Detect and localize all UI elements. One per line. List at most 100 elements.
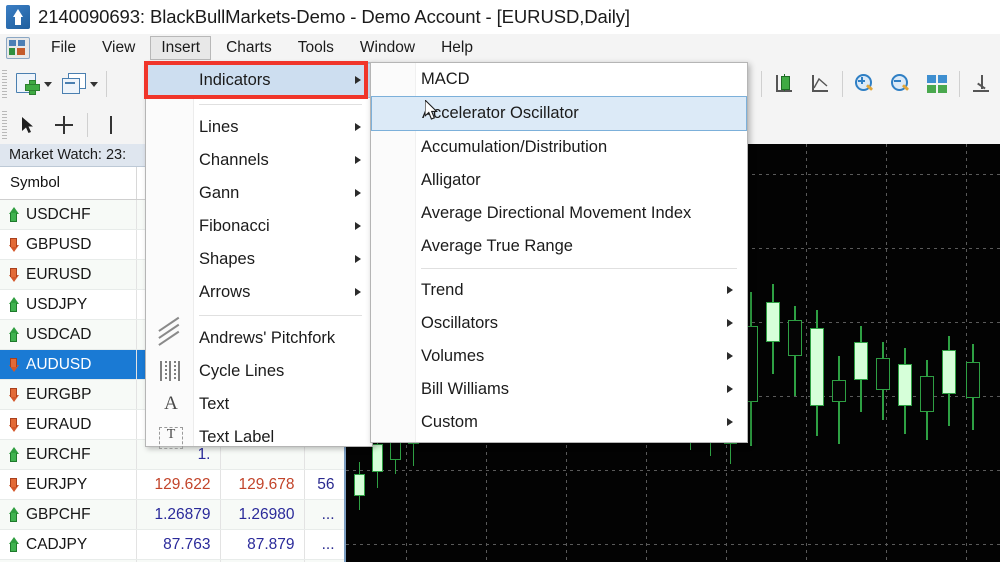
table-row[interactable]: GBPCHF 1.26879 1.26980... xyxy=(0,499,344,530)
cursor-icon xyxy=(22,117,33,133)
candlestick xyxy=(920,144,934,562)
arrow-up-icon xyxy=(6,326,19,342)
symbol-label: EURAUD xyxy=(26,415,92,433)
insert-menu-item-indicators[interactable]: Indicators xyxy=(146,63,372,98)
window-title: 2140090693: BlackBullMarkets-Demo - Demo… xyxy=(38,6,630,27)
candlestick-chart-icon xyxy=(773,74,795,94)
chevron-down-icon-2[interactable] xyxy=(90,81,98,87)
indicator-item-bill-williams[interactable]: Bill Williams xyxy=(371,373,747,406)
indicator-item-accumulation-distribution[interactable]: Accumulation/Distribution xyxy=(371,131,747,164)
symbol-label: EURJPY xyxy=(26,475,88,493)
tile-windows-button[interactable] xyxy=(920,68,954,100)
candle-body xyxy=(942,350,956,394)
menu-file[interactable]: File xyxy=(40,36,87,60)
menu-item-label: Lines xyxy=(199,118,239,136)
indicator-item-accelerator-oscillator[interactable]: Accelerator Oscillator xyxy=(371,96,747,131)
insert-menu-item-channels[interactable]: Channels xyxy=(146,144,372,177)
symbol-cell: USDCAD xyxy=(0,319,137,350)
column-header-symbol[interactable]: Symbol xyxy=(0,167,137,200)
symbol-label: USDCAD xyxy=(26,325,92,343)
candlestick xyxy=(766,144,780,562)
menu-item-icon xyxy=(159,360,183,383)
insert-menu-item-gann[interactable]: Gann xyxy=(146,177,372,210)
symbol-label: EURUSD xyxy=(26,265,92,283)
crosshair-tool-button[interactable] xyxy=(47,109,81,141)
vertical-line-tool-button[interactable] xyxy=(94,109,128,141)
indicator-item-volumes[interactable]: Volumes xyxy=(371,340,747,373)
zoom-out-icon xyxy=(890,74,912,94)
spread-cell: ... xyxy=(304,499,344,530)
vertical-line-icon xyxy=(103,115,119,135)
auto-scroll-button[interactable] xyxy=(965,68,999,100)
indicator-item-custom[interactable]: Custom xyxy=(371,406,747,439)
arrow-down-icon xyxy=(6,357,19,372)
insert-menu-item-arrows[interactable]: Arrows xyxy=(146,276,372,309)
submenu-arrow-icon xyxy=(355,123,361,131)
menu-item-label: Channels xyxy=(199,151,269,169)
insert-menu-item-text[interactable]: A Text xyxy=(146,388,372,421)
submenu-arrow-icon xyxy=(355,222,361,230)
zoom-in-button[interactable] xyxy=(848,68,882,100)
indicator-item-oscillators[interactable]: Oscillators xyxy=(371,307,747,340)
menu-item-label: Indicators xyxy=(199,71,271,89)
candle-body xyxy=(898,364,912,406)
symbol-cell: USDCHF xyxy=(0,199,137,230)
arrow-down-icon xyxy=(6,417,19,432)
insert-menu-item-lines[interactable]: Lines xyxy=(146,111,372,144)
indicator-item-average-directional-movement-index[interactable]: Average Directional Movement Index xyxy=(371,197,747,230)
indicator-item-label: Average Directional Movement Index xyxy=(421,204,692,222)
spread-cell: ... xyxy=(304,529,344,560)
candle-body xyxy=(876,358,890,390)
table-row[interactable]: EURJPY 129.622 129.678 56 xyxy=(0,469,344,500)
menu-insert[interactable]: Insert xyxy=(150,36,212,60)
symbol-cell: GBPCHF xyxy=(0,499,137,530)
chevron-down-icon[interactable] xyxy=(44,81,52,87)
menu-charts[interactable]: Charts xyxy=(215,36,283,60)
insert-menu-item-shapes[interactable]: Shapes xyxy=(146,243,372,276)
menu-item-label: Text Label xyxy=(199,428,275,446)
candlestick xyxy=(854,144,868,562)
menu-help[interactable]: Help xyxy=(430,36,484,60)
profiles-button[interactable] xyxy=(57,68,91,100)
indicator-item-label: Average True Range xyxy=(421,237,573,255)
indicator-item-label: Alligator xyxy=(421,171,481,189)
indicator-item-label: Custom xyxy=(421,413,478,431)
cursor-tool-button[interactable] xyxy=(11,109,45,141)
menu-item-label: Gann xyxy=(199,184,240,202)
text-icon: A xyxy=(164,392,178,414)
toolbar-grip-2[interactable] xyxy=(2,111,7,139)
menu-window[interactable]: Window xyxy=(349,36,426,60)
arrow-up-icon xyxy=(6,206,19,222)
indicator-item-label: MACD xyxy=(421,70,470,88)
symbol-label: EURGBP xyxy=(26,385,92,403)
line-chart-button[interactable] xyxy=(803,68,837,100)
market-watch-icon[interactable] xyxy=(6,37,30,59)
ask-cell: 129.678 xyxy=(220,469,305,500)
arrow-down-icon xyxy=(6,267,19,282)
insert-menu-item-cycle-lines[interactable]: Cycle Lines xyxy=(146,355,372,388)
indicator-item-trend[interactable]: Trend xyxy=(371,274,747,307)
insert-menu-item-andrews-pitchfork[interactable]: Andrews' Pitchfork xyxy=(146,316,372,355)
indicator-item-alligator[interactable]: Alligator xyxy=(371,164,747,197)
indicator-item-label: Accumulation/Distribution xyxy=(421,138,608,156)
insert-menu-item-fibonacci[interactable]: Fibonacci xyxy=(146,210,372,243)
indicator-item-average-true-range[interactable]: Average True Range xyxy=(371,230,747,263)
menu-tools[interactable]: Tools xyxy=(287,36,345,60)
symbol-label: USDCHF xyxy=(26,205,91,223)
symbol-label: GBPCHF xyxy=(26,505,91,523)
indicator-item-label: Trend xyxy=(421,281,464,299)
zoom-out-button[interactable] xyxy=(884,68,918,100)
candle-body xyxy=(810,328,824,406)
menu-view[interactable]: View xyxy=(91,36,146,60)
candle-body xyxy=(966,362,980,398)
toolbar-grip[interactable] xyxy=(2,70,7,98)
new-chart-button[interactable] xyxy=(11,68,45,100)
new-chart-icon xyxy=(16,73,40,95)
profiles-icon xyxy=(62,73,86,95)
insert-menu-item-text-label[interactable]: T Text Label xyxy=(146,421,372,454)
table-row[interactable]: CADJPY 87.763 87.879... xyxy=(0,529,344,560)
candlestick-chart-button[interactable] xyxy=(767,68,801,100)
toolbar-separator-4 xyxy=(959,71,960,97)
line-chart-icon xyxy=(809,74,831,94)
indicator-item-macd[interactable]: MACD xyxy=(371,63,747,96)
